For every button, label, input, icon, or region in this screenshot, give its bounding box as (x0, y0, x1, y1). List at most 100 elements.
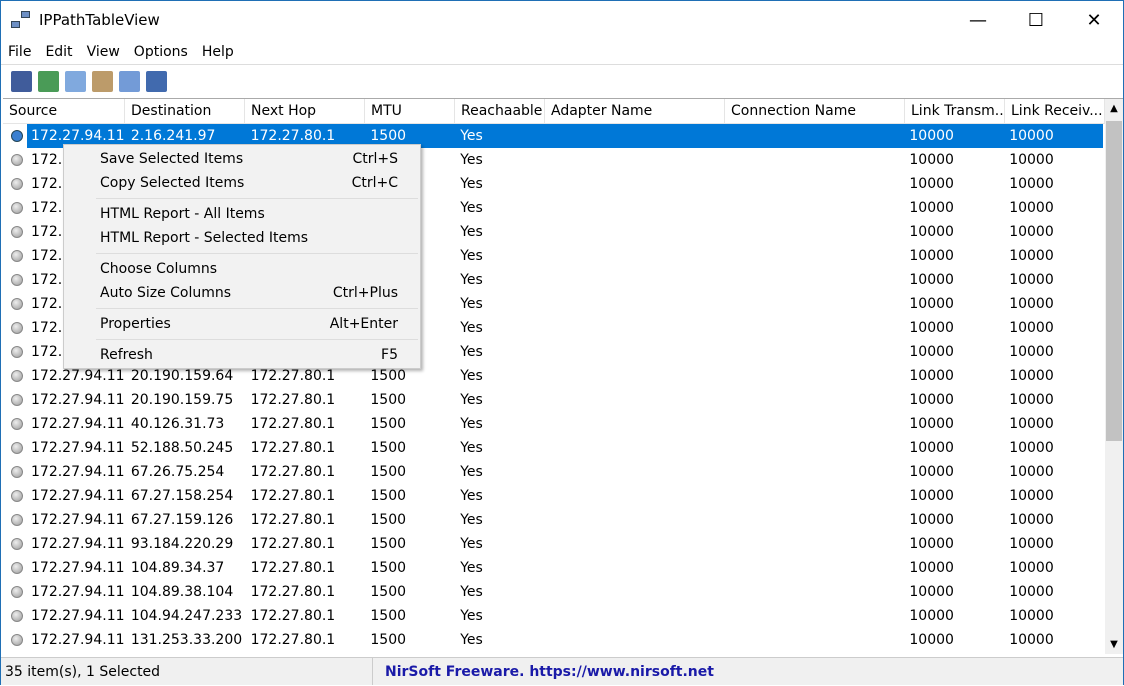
status-dot-icon (11, 202, 23, 214)
table-cell: 172.27.80.1 (250, 608, 336, 624)
table-row[interactable]: 172.27.94.119 131.253.33.200 172.27.80.1 15… (3, 628, 1123, 652)
table-row[interactable]: 172.27.94.119 52.188.50.245 172.27.80.1 150… (3, 436, 1123, 460)
column-header[interactable]: Reachaable (455, 99, 545, 123)
copy-icon[interactable] (65, 70, 86, 92)
table-cell (724, 220, 904, 244)
column-header[interactable]: Source (3, 99, 125, 123)
exit-icon[interactable] (146, 70, 167, 92)
html-report-icon[interactable] (92, 70, 113, 92)
table-cell: Yes (460, 536, 483, 552)
maximize-button[interactable]: ☐ (1007, 1, 1065, 39)
table-cell (724, 196, 904, 220)
context-menu-item[interactable]: Auto Size Columns Ctrl+Plus (64, 281, 420, 305)
context-menu-item[interactable]: HTML Report - Selected Items (64, 226, 420, 250)
vertical-scrollbar[interactable]: ▲ ▼ (1105, 99, 1123, 654)
table-row[interactable]: 172.27.94.119 104.89.34.37 172.27.80.1 1500… (3, 556, 1123, 580)
app-network-icon (11, 10, 31, 30)
table-cell: 172.27.94.119 (31, 392, 125, 408)
column-header[interactable]: Connection Name (725, 99, 905, 123)
menu-item-shortcut: Alt+Enter (329, 316, 398, 332)
column-header[interactable]: MTU (365, 99, 455, 123)
table-cell (724, 556, 904, 580)
menu-item-label: Properties (100, 316, 171, 332)
table-cell: Yes (460, 416, 483, 432)
table-cell: Yes (460, 512, 483, 528)
context-menu-item[interactable]: HTML Report - All Items (64, 202, 420, 226)
scroll-up-icon[interactable]: ▲ (1105, 99, 1123, 119)
column-header[interactable]: Adapter Name (545, 99, 725, 123)
save-icon[interactable] (11, 70, 32, 92)
table-cell: Yes (460, 464, 483, 480)
status-dot-icon (11, 442, 23, 454)
table-cell (544, 628, 724, 652)
table-cell: Yes (460, 152, 483, 168)
menu-view[interactable]: View (80, 44, 127, 60)
menu-item-shortcut: F5 (381, 347, 398, 363)
context-menu-item[interactable]: Save Selected Items Ctrl+S (64, 147, 420, 171)
table-cell: 1500 (370, 632, 407, 648)
column-header[interactable]: Link Transm... (905, 99, 1005, 123)
table-cell: 104.89.38.104 (130, 584, 234, 600)
context-menu-item[interactable]: Refresh F5 (64, 343, 420, 367)
context-menu-item[interactable]: Properties Alt+Enter (64, 312, 420, 336)
find-icon[interactable] (119, 70, 140, 92)
table-cell: 10000 (1009, 176, 1054, 192)
table-cell: 172.27.80.1 (250, 632, 336, 648)
table-cell: 1500 (370, 536, 407, 552)
context-menu-item[interactable]: Copy Selected Items Ctrl+C (64, 171, 420, 195)
close-button[interactable]: ✕ (1065, 1, 1123, 39)
column-header[interactable]: Link Receiv... (1005, 99, 1105, 123)
table-header: Source Destination Next Hop MTU Reachaable Ad… (3, 99, 1123, 124)
table-cell: 172.27.94.119 (31, 464, 125, 480)
status-dot-icon (11, 610, 23, 622)
table-cell: 104.89.34.37 (130, 560, 225, 576)
table-cell (544, 268, 724, 292)
table-cell (544, 484, 724, 508)
table-cell (724, 580, 904, 604)
table-cell (544, 172, 724, 196)
table-row[interactable]: 172.27.94.119 20.190.159.75 172.27.80.1 150… (3, 388, 1123, 412)
status-bar: 35 item(s), 1 Selected NirSoft Freeware.… (1, 657, 1123, 685)
scroll-down-icon[interactable]: ▼ (1105, 635, 1123, 654)
scroll-thumb[interactable] (1106, 121, 1122, 441)
table-cell: Yes (460, 344, 483, 360)
table-cell: 1500 (370, 464, 407, 480)
table-cell: 172.27.94.119 (31, 608, 125, 624)
minimize-button[interactable]: — (949, 1, 1007, 39)
menu-edit[interactable]: Edit (38, 44, 79, 60)
toolbar (1, 64, 1123, 97)
column-header[interactable]: Next Hop (245, 99, 365, 123)
table-cell: 10000 (909, 392, 954, 408)
refresh-icon[interactable] (38, 70, 59, 92)
context-menu-item[interactable]: Choose Columns (64, 257, 420, 281)
table-cell: 10000 (1009, 608, 1054, 624)
table-row[interactable]: 172.27.94.119 104.89.38.104 172.27.80.1 150… (3, 580, 1123, 604)
row-cells: 172.27.94.119 93.184.220.29 172.27.80.1 150… (27, 532, 1103, 556)
table-row[interactable]: 172.27.94.119 67.27.159.126 172.27.80.1 150… (3, 508, 1123, 532)
menu-help[interactable]: Help (195, 44, 241, 60)
table-cell: 10000 (1009, 272, 1054, 288)
status-dot-icon (11, 562, 23, 574)
table-row[interactable]: 172.27.94.119 67.27.158.254 172.27.80.1 150… (3, 484, 1123, 508)
table-cell: 172.27.80.1 (250, 536, 336, 552)
table-cell: Yes (460, 224, 483, 240)
menu-options[interactable]: Options (127, 44, 195, 60)
table-cell: Yes (460, 176, 483, 192)
table-cell: 10000 (909, 632, 954, 648)
table-cell: 1500 (370, 392, 407, 408)
column-header[interactable]: Destination (125, 99, 245, 123)
table-cell: Yes (460, 632, 483, 648)
table-cell (724, 340, 904, 364)
table-row[interactable]: 172.27.94.119 67.26.75.254 172.27.80.1 1500… (3, 460, 1123, 484)
menu-file[interactable]: File (1, 44, 38, 60)
table-cell: 10000 (1009, 632, 1054, 648)
table-cell: 10000 (1009, 344, 1054, 360)
table-cell: 10000 (909, 560, 954, 576)
table-cell: Yes (460, 392, 483, 408)
table-row[interactable]: 172.27.94.119 104.94.247.233 172.27.80.1 15… (3, 604, 1123, 628)
table-cell: 67.27.158.254 (130, 488, 234, 504)
table-row[interactable]: 172.27.94.119 40.126.31.73 172.27.80.1 1500… (3, 412, 1123, 436)
table-row[interactable]: 172.27.94.119 93.184.220.29 172.27.80.1 150… (3, 532, 1123, 556)
nirsoft-link[interactable]: NirSoft Freeware. https://www.nirsoft.ne… (373, 664, 714, 680)
table-cell (544, 580, 724, 604)
